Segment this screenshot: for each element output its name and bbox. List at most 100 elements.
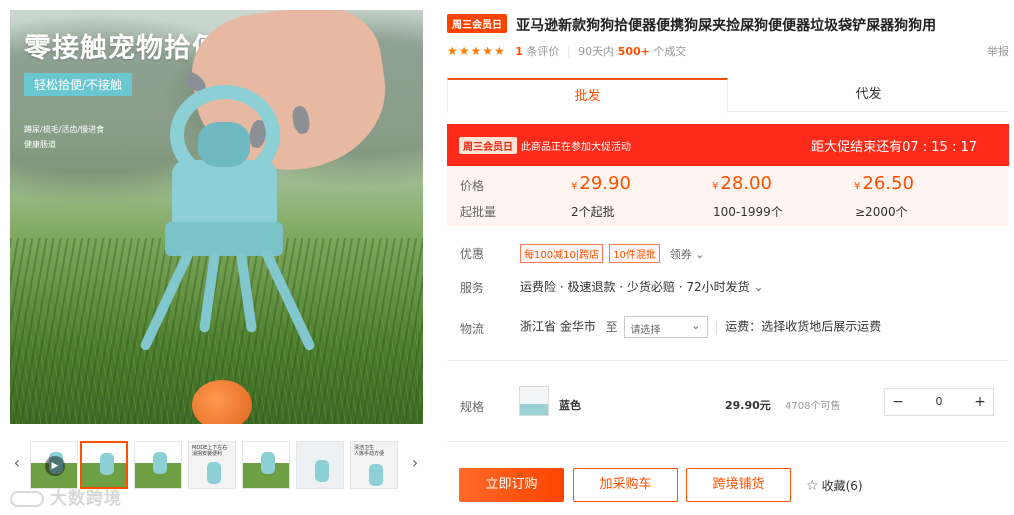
watermark-text: 大数跨境 (50, 489, 122, 509)
destination-select[interactable]: 请选择 ⌄ (623, 316, 708, 338)
reviews-count[interactable]: 1 (515, 45, 523, 58)
video-thumb[interactable]: ▶ (30, 441, 78, 489)
sold-count: 500+ (617, 45, 650, 58)
thumb-3[interactable]: MODE上下左右 消拐安装便利 (188, 441, 236, 489)
sku-row: 规格 蓝色 29.90元 4708个可售 − 0 + (447, 378, 1009, 430)
sold-prefix: 90天内 (578, 45, 615, 58)
ship-origin: 浙江省 金华市 (520, 319, 596, 334)
price-tier-1: ¥29.90 (571, 173, 631, 194)
product-meta: ★★★★★ 1 条评价 | 90天内 500+ 个成交 举报 (447, 43, 1009, 59)
thumbnail-strip: ‹ ▶ MODE上下左右 消拐安装便利 清洁卫生 人拣手动方便 › (10, 437, 423, 489)
orange-ball (192, 380, 252, 424)
add-to-cart-button[interactable]: 加采购车 (573, 468, 678, 502)
image-feature-1: 蹲尿/梳毛/活齿/慢进食 (24, 125, 105, 134)
chevron-down-icon: ⌄ (691, 319, 701, 332)
thumb-image (153, 452, 167, 474)
logistics-row: 浙江省 金华市 至 请选择 ⌄ | 运费：选择收货地后展示运费 (520, 316, 881, 338)
countdown-label: 距大促结束还有 (811, 140, 903, 155)
star-outline-icon: ☆ (806, 478, 819, 494)
meta-divider: | (566, 45, 571, 58)
scooper-body (172, 160, 277, 230)
price-tier-3: ¥26.50 (854, 173, 914, 194)
quantity-input[interactable]: 0 (911, 389, 967, 415)
service-text: 运费险 · 极速退款 · 少货必赔 · 72小时发货 (520, 280, 750, 294)
sku-stock: 4708个可售 (785, 401, 841, 412)
chevron-left-icon[interactable]: ‹ (10, 451, 24, 475)
reviews-label[interactable]: 条评价 (526, 45, 559, 58)
watermark-logo-icon (10, 491, 44, 507)
thumb-caption: 清洁卫生 人拣手动方便 (354, 445, 385, 457)
report-link[interactable]: 举报 (987, 43, 1009, 59)
thumb-image (207, 462, 221, 484)
promo-text: 此商品正在参加大促活动 (521, 142, 631, 153)
member-day-badge: 周三会员日 (447, 14, 507, 33)
decrement-button[interactable]: − (885, 389, 911, 415)
thumb-image (369, 464, 383, 486)
divider (447, 360, 1009, 361)
rating-stars-icon: ★★★★★ (447, 44, 506, 58)
moq-label: 起批量 (460, 205, 497, 219)
image-tag: 轻松拾便/不接触 (24, 73, 133, 96)
logistics-label: 物流 (460, 322, 485, 336)
logistics-divider: | (714, 319, 719, 334)
tab-wholesale[interactable]: 批发 (447, 78, 728, 113)
claim-coupon-label: 领券 (669, 248, 692, 261)
price-value: 26.50 (862, 173, 914, 194)
sku-price: 29.90元 (725, 399, 771, 412)
promo-banner: 周三会员日 此商品正在参加大促活动 距大促结束还有07 : 15 : 17 (447, 124, 1009, 166)
coupon-badge[interactable]: 10件混批 (609, 244, 660, 263)
destination-placeholder: 请选择 (630, 325, 661, 336)
offers-row: 每100减10|跨店 10件混批 领券 ⌄ (520, 244, 704, 263)
quantity-stepper: − 0 + (884, 388, 994, 416)
favorite-button[interactable]: ☆ 收藏(6) (806, 477, 863, 494)
main-product-image[interactable]: 零接触宠物拾便器 轻松拾便/不接触 蹲尿/梳毛/活齿/慢进食 健康肠道 (10, 10, 423, 424)
price-value: 29.90 (579, 173, 631, 194)
thumb-2[interactable] (134, 441, 182, 489)
thumb-1[interactable] (80, 441, 128, 489)
promo-countdown: 距大促结束还有07 : 15 : 17 (811, 136, 977, 155)
moq-tier-1: 2个起批 (571, 205, 615, 219)
thumb-image (100, 453, 114, 475)
cross-border-list-button[interactable]: 跨境铺货 (686, 468, 791, 502)
currency-symbol: ¥ (712, 181, 719, 192)
shipping-fee: 运费：选择收货地后展示运费 (725, 319, 882, 334)
currency-symbol: ¥ (571, 181, 578, 192)
buy-now-button[interactable]: 立即订购 (459, 468, 564, 502)
price-label: 价格 (460, 179, 485, 193)
thumb-image (315, 460, 329, 482)
currency-symbol: ¥ (854, 181, 861, 192)
moq-tier-2: 100-1999个 (713, 205, 783, 219)
countdown-timer: 07 : 15 : 17 (902, 140, 977, 155)
thumb-5[interactable] (296, 441, 344, 489)
sku-thumbnail[interactable] (519, 386, 549, 416)
coupon-badge[interactable]: 每100减10|跨店 (520, 244, 604, 263)
sku-name: 蓝色 (559, 399, 581, 412)
increment-button[interactable]: + (967, 389, 993, 415)
promo-badge: 周三会员日 (459, 137, 517, 154)
price-tier-2: ¥28.00 (712, 173, 772, 194)
product-title: 亚马逊新款狗狗拾便器便携狗屎夹捡屎狗便便器垃圾袋铲屎器狗狗用 (516, 18, 937, 34)
chevron-down-icon: ⌄ (753, 280, 764, 294)
price-value: 28.00 (720, 173, 772, 194)
scooper-knob (198, 122, 250, 167)
thumb-image (261, 452, 275, 474)
moq-tier-3: ≥2000个 (855, 205, 908, 219)
offers-label: 优惠 (460, 247, 485, 261)
service-row[interactable]: 运费险 · 极速退款 · 少货必赔 · 72小时发货 ⌄ (520, 278, 764, 295)
product-title-row: 周三会员日 亚马逊新款狗狗拾便器便携狗屎夹捡屎狗便便器垃圾袋铲屎器狗狗用 (447, 14, 1007, 35)
chevron-down-icon: ⌄ (695, 248, 705, 261)
thumb-6[interactable]: 清洁卫生 人拣手动方便 (350, 441, 398, 489)
chevron-right-icon[interactable]: › (408, 451, 422, 475)
purchase-tabs: 批发 代发 (447, 78, 1009, 113)
tab-dropship[interactable]: 代发 (728, 78, 1009, 112)
product-page: 零接触宠物拾便器 轻松拾便/不接触 蹲尿/梳毛/活齿/慢进食 健康肠道 ‹ ▶ (0, 0, 1014, 515)
thumb-caption: MODE上下左右 消拐安装便利 (192, 445, 228, 457)
service-label: 服务 (460, 281, 485, 295)
sold-suffix: 个成交 (653, 45, 687, 58)
sku-label: 规格 (460, 400, 485, 414)
thumb-4[interactable] (242, 441, 290, 489)
favorite-label: 收藏(6) (821, 479, 863, 493)
image-feature-2: 健康肠道 (24, 140, 56, 149)
claim-coupon-button[interactable]: 领券 ⌄ (670, 248, 705, 261)
image-features: 蹲尿/梳毛/活齿/慢进食 健康肠道 (24, 122, 104, 152)
